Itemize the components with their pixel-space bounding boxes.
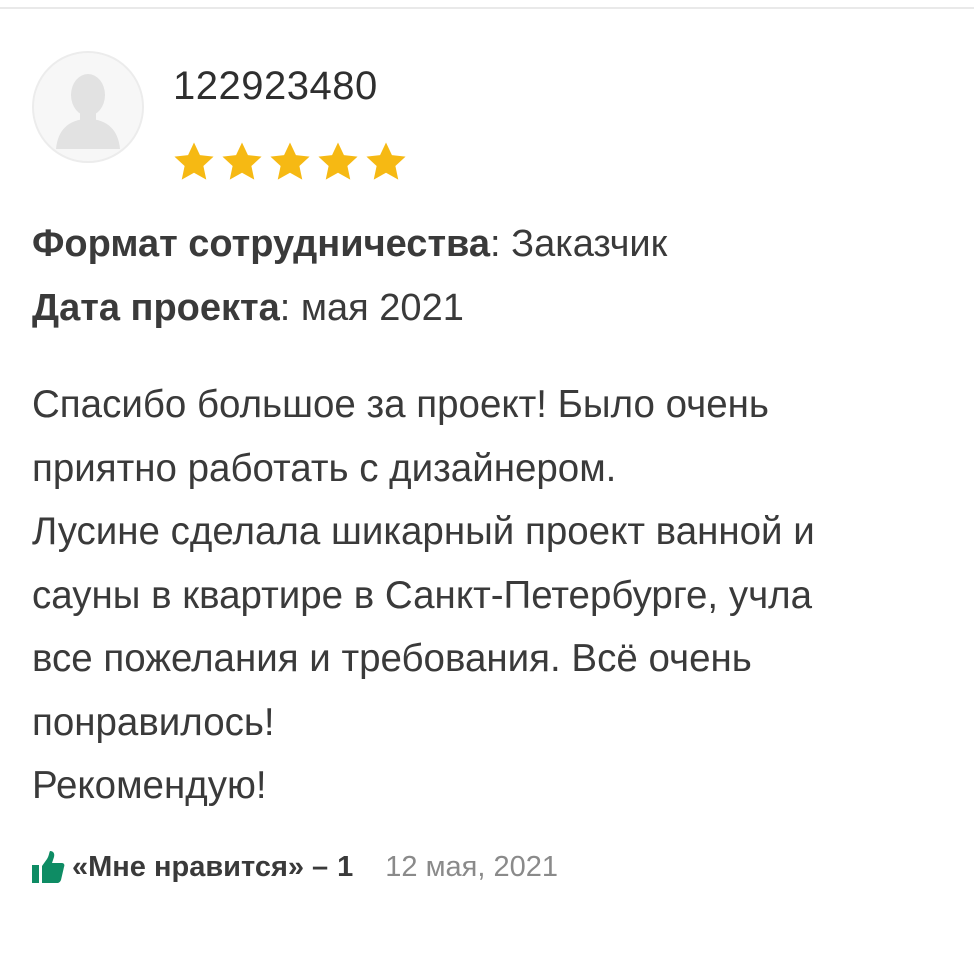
user-silhouette-icon: [34, 53, 142, 161]
review-text-line: приятно работать с дизайнером.: [32, 446, 617, 490]
project-date-row: Дата проекта: мая 2021: [32, 285, 464, 331]
review-text-line: Спасибо большое за проект! Было очень: [32, 383, 769, 426]
format-value: Заказчик: [511, 223, 668, 265]
format-row: Формат сотрудничества: Заказчик: [32, 221, 667, 267]
review-text-line: сауны в квартире в Санкт-Петербурге, учл…: [32, 573, 813, 617]
review-text-line: понравилось!: [32, 700, 275, 744]
rating-stars: [171, 139, 409, 185]
project-date-colon: :: [279, 287, 301, 329]
star-icon: [270, 142, 310, 180]
review-card: 122923480 Формат сотрудничества: Заказчи…: [0, 0, 974, 973]
thumbs-up-icon[interactable]: [31, 850, 65, 884]
review-text-line: Рекомендую!: [32, 764, 267, 807]
project-date-key: Дата проекта: [32, 287, 280, 329]
review-text-line: Лусине сделала шикарный проект ванной и: [32, 510, 815, 553]
star-icon: [222, 142, 262, 180]
like-separator: –: [312, 850, 329, 883]
like-button-label[interactable]: «Мне нравится»: [72, 851, 304, 884]
star-icon: [366, 142, 406, 180]
review-date: 12 мая, 2021: [385, 850, 558, 883]
format-key: Формат сотрудничества: [32, 223, 491, 265]
avatar[interactable]: [32, 51, 144, 163]
review-footer: «Мне нравится» – 1 12 мая, 2021: [31, 847, 558, 887]
project-date-value: мая 2021: [300, 287, 464, 329]
top-divider: [0, 7, 974, 9]
star-icon: [318, 142, 358, 180]
author-name[interactable]: 122923480: [173, 62, 378, 110]
star-icon: [174, 142, 214, 180]
review-text: Спасибо большое за проект! Было очень пр…: [32, 373, 967, 818]
format-colon: :: [490, 223, 512, 265]
review-text-line: все пожелания и требования. Всё очень: [32, 637, 752, 680]
like-count: 1: [337, 850, 354, 883]
